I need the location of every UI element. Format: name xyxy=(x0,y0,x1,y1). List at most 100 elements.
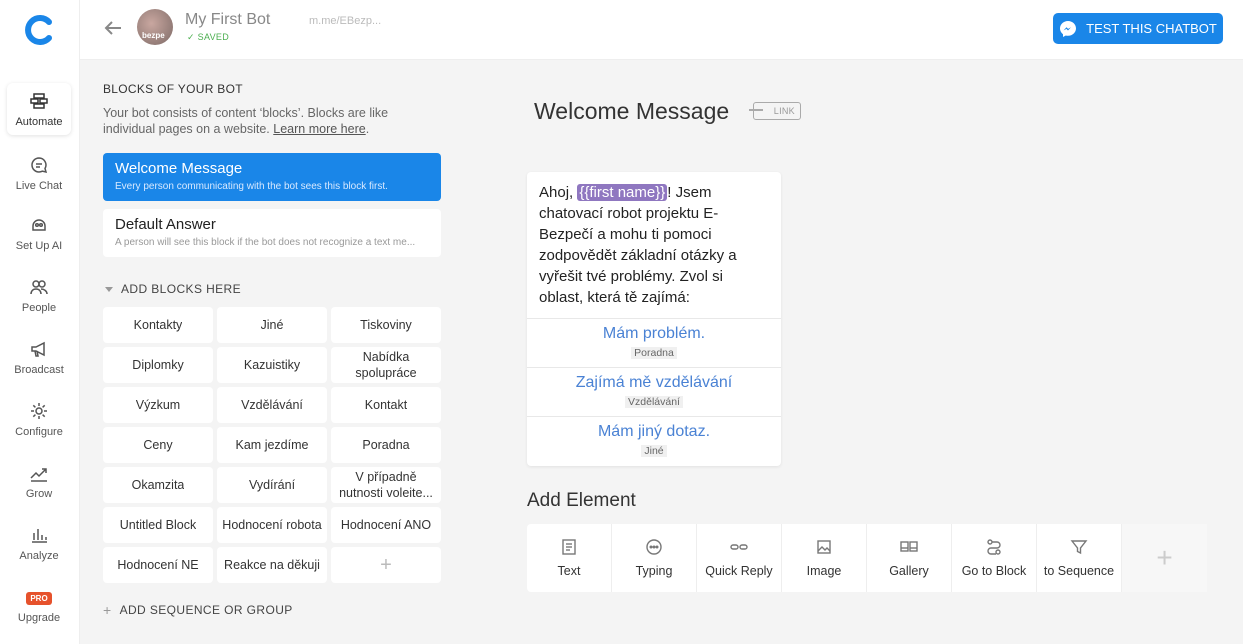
add-blocks-toggle[interactable]: ADD BLOCKS HERE xyxy=(105,282,241,296)
block-subtitle: A person will see this block if the bot … xyxy=(115,237,416,248)
go-to-block-icon xyxy=(987,539,1001,555)
test-chatbot-button[interactable]: TEST THIS CHATBOT xyxy=(1053,13,1223,44)
add-element-bar: Text Typing Quick Reply Image Gallery Go… xyxy=(527,524,1207,592)
block-item[interactable]: Jiné xyxy=(217,307,327,343)
add-gallery-element[interactable]: Gallery xyxy=(867,524,952,592)
text-icon xyxy=(562,539,576,555)
add-sequence-button[interactable]: + ADD SEQUENCE OR GROUP xyxy=(103,602,293,618)
block-item[interactable]: Výzkum xyxy=(103,387,213,423)
block-item[interactable]: Vydírání xyxy=(217,467,327,503)
add-more-element-button[interactable]: + xyxy=(1122,524,1207,592)
left-nav: Automate Live Chat Set Up AI People Broa… xyxy=(0,0,80,644)
nav-grow[interactable]: Grow xyxy=(7,455,71,507)
quick-reply-button[interactable]: Zajímá mě vzdělávání Vzdělávání xyxy=(527,368,781,417)
block-editor: Welcome Message LINK Ahoj, {{first name}… xyxy=(482,60,1243,644)
welcome-message-block[interactable]: Welcome Message Every person communicati… xyxy=(103,153,441,201)
quick-reply-target: Jiné xyxy=(641,445,667,457)
block-item[interactable]: V případně nutnosti voleite... xyxy=(331,467,441,503)
plus-icon: + xyxy=(103,602,112,618)
block-item[interactable]: Kontakt xyxy=(331,387,441,423)
nav-label: Analyze xyxy=(19,549,59,562)
nav-automate[interactable]: Automate xyxy=(7,83,71,135)
block-item[interactable]: Kam jezdíme xyxy=(217,427,327,463)
nav-label: Live Chat xyxy=(15,179,63,192)
blocks-icon xyxy=(30,92,48,109)
nav-broadcast[interactable]: Broadcast xyxy=(7,331,71,383)
add-to-sequence-element[interactable]: to Sequence xyxy=(1037,524,1122,592)
ai-icon xyxy=(32,218,46,231)
block-item[interactable]: Hodnocení NE xyxy=(103,547,213,583)
add-quick-reply-element[interactable]: Quick Reply xyxy=(697,524,782,592)
add-image-element[interactable]: Image xyxy=(782,524,867,592)
saved-status: ✓ SAVED xyxy=(187,32,229,42)
test-chatbot-label: TEST THIS CHATBOT xyxy=(1086,21,1217,36)
block-item[interactable]: Reakce na děkuji xyxy=(217,547,327,583)
add-go-to-block-element[interactable]: Go to Block xyxy=(952,524,1037,592)
nav-label: People xyxy=(21,301,57,314)
block-item[interactable]: Nabídka spolupráce xyxy=(331,347,441,383)
blocks-description: Your bot consists of content ‘blocks’. B… xyxy=(103,106,389,136)
block-item[interactable]: Okamzita xyxy=(103,467,213,503)
filter-icon xyxy=(1070,540,1088,555)
people-icon xyxy=(30,279,48,294)
messenger-icon xyxy=(1060,20,1077,37)
add-text-element[interactable]: Text xyxy=(527,524,612,592)
nav-label: Broadcast xyxy=(14,363,64,376)
block-title: Welcome Message xyxy=(115,160,243,177)
add-block-button[interactable]: + xyxy=(331,547,441,583)
block-item[interactable]: Vzdělávání xyxy=(217,387,327,423)
quick-reply-icon xyxy=(730,544,748,550)
chatfuel-logo[interactable] xyxy=(22,12,58,48)
bot-name[interactable]: My First Bot xyxy=(185,11,270,29)
nav-analyze[interactable]: Analyze xyxy=(7,517,71,569)
quick-reply-title: Mám problém. xyxy=(602,325,706,342)
nav-label: Upgrade xyxy=(17,612,61,624)
block-subtitle: Every person communicating with the bot … xyxy=(115,181,388,192)
add-typing-element[interactable]: Typing xyxy=(612,524,697,592)
bot-avatar[interactable]: bezpe xyxy=(137,9,173,45)
block-item[interactable]: Untitled Block xyxy=(103,507,213,543)
quick-reply-title: Zajímá mě vzdělávání xyxy=(575,374,733,391)
blocks-heading: BLOCKS OF YOUR BOT xyxy=(103,82,243,96)
gallery-icon xyxy=(900,541,918,552)
back-arrow-icon[interactable] xyxy=(102,17,124,39)
quick-reply-title: Mám jiný dotaz. xyxy=(597,423,711,440)
block-item[interactable]: Hodnocení ANO xyxy=(331,507,441,543)
block-item[interactable]: Diplomky xyxy=(103,347,213,383)
trend-icon xyxy=(30,467,47,482)
message-text[interactable]: Ahoj, {{first name}}! Jsem chatovací rob… xyxy=(527,172,781,319)
first-name-variable[interactable]: {{first name}} xyxy=(577,184,668,201)
nav-people[interactable]: People xyxy=(7,269,71,321)
add-blocks-label: ADD BLOCKS HERE xyxy=(121,282,242,296)
quick-reply-button[interactable]: Mám problém. Poradna xyxy=(527,319,781,368)
nav-set-up-ai[interactable]: Set Up AI xyxy=(7,207,71,259)
quick-reply-target: Vzdělávání xyxy=(625,396,683,408)
block-item[interactable]: Tiskoviny xyxy=(331,307,441,343)
chat-icon xyxy=(31,156,48,173)
nav-label: Set Up AI xyxy=(15,239,63,252)
collapse-triangle-icon xyxy=(105,286,113,292)
pro-badge: PRO xyxy=(26,592,52,605)
blocks-panel: BLOCKS OF YOUR BOT Your bot consists of … xyxy=(80,60,482,644)
bot-link[interactable]: m.me/EBezp... xyxy=(309,15,381,27)
typing-icon xyxy=(646,539,662,555)
block-item[interactable]: Poradna xyxy=(331,427,441,463)
block-title: Default Answer xyxy=(115,216,216,233)
learn-more-link[interactable]: Learn more here xyxy=(273,122,365,136)
megaphone-icon xyxy=(31,341,45,357)
block-item[interactable]: Ceny xyxy=(103,427,213,463)
text-card: Ahoj, {{first name}}! Jsem chatovací rob… xyxy=(527,172,781,466)
block-item[interactable]: Kazuistiky xyxy=(217,347,327,383)
block-item[interactable]: Kontakty xyxy=(103,307,213,343)
default-answer-block[interactable]: Default Answer A person will see this bl… xyxy=(103,209,441,257)
quick-reply-button[interactable]: Mám jiný dotaz. Jiné xyxy=(527,417,781,466)
blocks-grid: Kontakty Jiné Tiskoviny Diplomky Kazuist… xyxy=(103,307,441,583)
nav-upgrade[interactable]: PRO Upgrade xyxy=(7,582,71,634)
nav-label: Automate xyxy=(15,115,63,128)
link-button[interactable]: LINK xyxy=(749,102,801,120)
block-title-input[interactable]: Welcome Message xyxy=(534,98,729,125)
nav-configure[interactable]: Configure xyxy=(7,393,71,445)
nav-live-chat[interactable]: Live Chat xyxy=(7,147,71,199)
avatar-text: bezpe xyxy=(142,31,165,40)
block-item[interactable]: Hodnocení robota xyxy=(217,507,327,543)
